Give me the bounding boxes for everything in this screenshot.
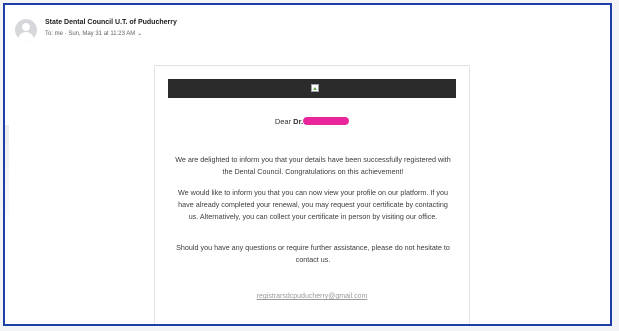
paragraph-contact: Should you have any questions or require… — [176, 243, 450, 264]
background-strip — [5, 125, 9, 215]
sender-name[interactable]: State Dental Council U.T. of Puducherry — [45, 19, 177, 26]
redacted-name — [303, 117, 350, 125]
email-window: State Dental Council U.T. of Puducherry … — [3, 3, 612, 326]
chevron-down-icon[interactable]: ⌄ — [137, 31, 142, 37]
contact-email-link[interactable]: registrarsdcpuducherry@gmail.com — [155, 293, 469, 300]
email-header: State Dental Council U.T. of Puducherry … — [15, 15, 595, 45]
greeting-title: Dr. — [293, 117, 304, 126]
greeting-prefix: Dear — [274, 117, 294, 126]
email-body-card: Dear Dr. We are delighted to inform you … — [154, 65, 470, 324]
avatar-body — [18, 32, 34, 41]
recipient-and-date[interactable]: To: me · Sun, May 31 at 11:23 AM ⌄ — [45, 30, 142, 37]
broken-image-icon — [311, 84, 319, 92]
greeting-line: Dear Dr. — [155, 117, 469, 126]
user-avatar-icon[interactable] — [15, 19, 37, 41]
paragraph-profile: We would like to inform you that you can… — [178, 188, 448, 221]
header-banner — [168, 79, 456, 98]
meta-text: To: me · Sun, May 31 at 11:23 AM — [45, 31, 136, 37]
image-placeholder-glyph — [313, 87, 317, 90]
avatar-head — [22, 23, 30, 31]
paragraph-registration: We are delighted to inform you that your… — [175, 155, 451, 176]
